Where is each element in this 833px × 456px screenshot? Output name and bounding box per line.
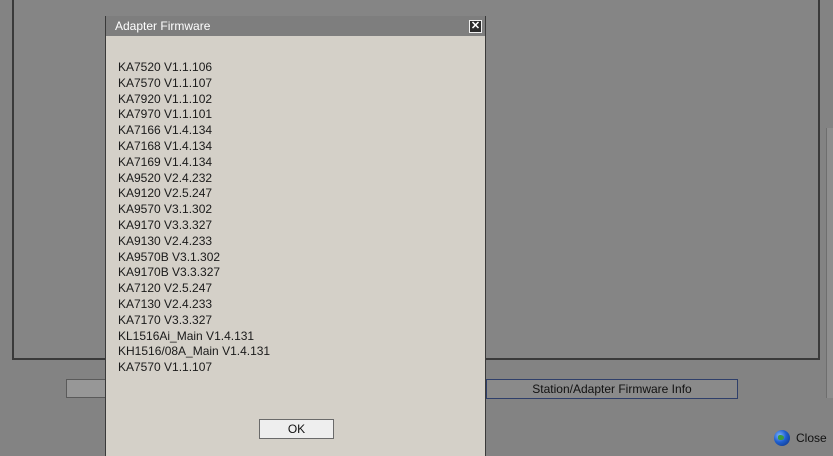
firmware-item: KA7170 V3.3.327 <box>118 312 213 327</box>
firmware-item: KA9570 V3.1.302 <box>118 202 213 217</box>
globe-icon <box>774 430 790 446</box>
firmware-item: KA9170 V3.3.327 <box>118 217 213 232</box>
firmware-item: KL1516Ai_Main V1.4.131 <box>118 328 255 343</box>
dialog-titlebar[interactable]: Adapter Firmware ✕ <box>106 16 485 36</box>
station-adapter-firmware-info-button[interactable]: Station/Adapter Firmware Info <box>486 379 738 399</box>
firmware-item: KA7168 V1.4.134 <box>118 138 213 153</box>
firmware-item: KA9170B V3.3.327 <box>118 265 221 280</box>
ok-button[interactable]: OK <box>259 419 334 439</box>
info-button-label: Station/Adapter Firmware Info <box>532 382 692 396</box>
scrollbar-strip[interactable] <box>826 128 833 398</box>
firmware-item: KA7920 V1.1.102 <box>118 91 213 106</box>
firmware-item: KA7520 V1.1.106 <box>118 60 213 74</box>
close-label: Close <box>796 431 827 445</box>
firmware-item: KA7166 V1.4.134 <box>118 123 213 138</box>
firmware-item: KA9520 V2.4.232 <box>118 170 213 185</box>
firmware-item: KA7130 V2.4.233 <box>118 296 213 311</box>
close-icon[interactable]: ✕ <box>469 20 482 33</box>
firmware-item: KH1516/08A_Main V1.4.131 <box>118 344 271 359</box>
firmware-item: KA7570 V1.1.107 <box>118 75 213 90</box>
frame-border-right <box>818 0 820 360</box>
firmware-item: KA9570B V3.1.302 <box>118 249 221 264</box>
firmware-item: KA9130 V2.4.233 <box>118 233 213 248</box>
firmware-item: KA7120 V2.5.247 <box>118 281 213 296</box>
firmware-item: KA9120 V2.5.247 <box>118 186 213 201</box>
firmware-list: KA7520 V1.1.106 KA7570 V1.1.107 KA7920 V… <box>118 60 270 376</box>
frame-border-left <box>12 0 14 360</box>
firmware-item: KA7169 V1.4.134 <box>118 154 213 169</box>
firmware-item: KA7570 V1.1.107 <box>118 360 213 375</box>
dialog-title: Adapter Firmware <box>115 19 211 33</box>
close-button[interactable]: Close <box>774 429 827 447</box>
adapter-firmware-dialog: Adapter Firmware ✕ KA7520 V1.1.106 KA757… <box>105 16 486 456</box>
firmware-item: KA7970 V1.1.101 <box>118 107 213 122</box>
